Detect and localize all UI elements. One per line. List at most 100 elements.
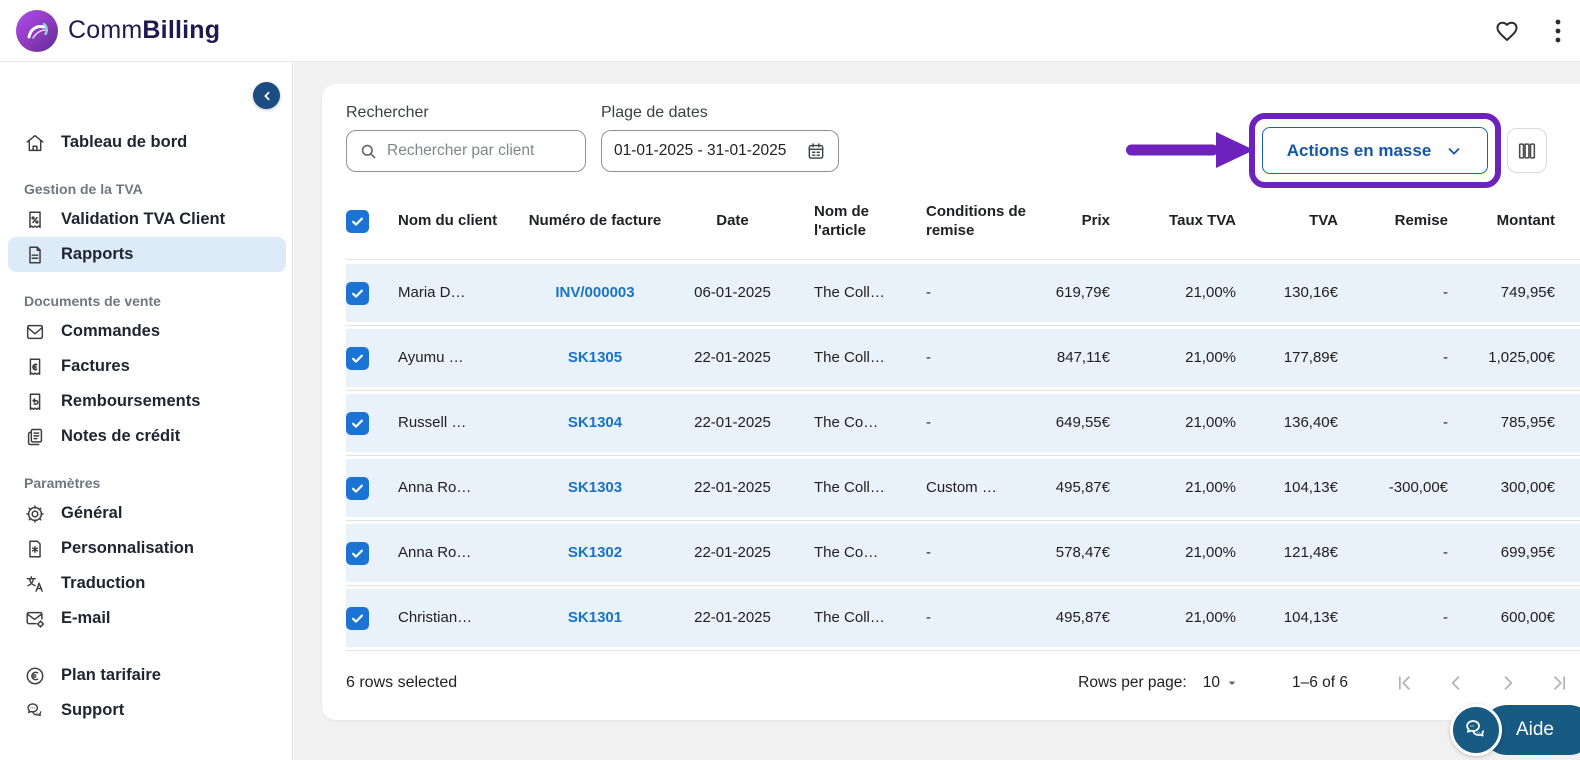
table-row[interactable]: Anna Ro… SK1303 22-01-2025 The Coll… Cus… — [346, 459, 1580, 517]
cell-invoice-link[interactable]: INV/000003 — [515, 284, 675, 303]
translate-icon — [24, 573, 46, 595]
row-checkbox[interactable] — [346, 606, 369, 630]
sidebar-item-label: Rapports — [61, 245, 134, 263]
column-header-discount-terms[interactable]: Conditions de remise — [902, 203, 1034, 241]
sidebar-item-translation[interactable]: Traduction — [8, 566, 286, 601]
cell-client: Anna Ro… — [398, 543, 472, 561]
cell-price: 578,47€ — [1055, 543, 1110, 561]
sidebar-item-invoices[interactable]: Factures — [8, 349, 286, 384]
date-range-value: 01-01-2025 - 31-01-2025 — [614, 142, 787, 159]
column-header-amount[interactable]: Montant — [1448, 212, 1555, 231]
rows-per-page-select[interactable]: 10 — [1203, 674, 1240, 692]
cell-vat: 104,13€ — [1283, 478, 1338, 496]
cell-invoice-link[interactable]: SK1304 — [515, 414, 675, 433]
doc-star-icon — [24, 538, 46, 560]
cell-discount: - — [1443, 608, 1448, 626]
sidebar-item-label: E-mail — [61, 609, 111, 627]
cell-vat: 121,48€ — [1283, 543, 1338, 561]
sidebar-item-email[interactable]: E-mail — [8, 601, 286, 636]
help-button[interactable]: Aide — [1449, 704, 1580, 756]
sidebar-item-pricing-plan[interactable]: Plan tarifaire — [8, 658, 286, 693]
brand-logo[interactable]: CommBilling — [16, 9, 220, 52]
receipt-euro-icon — [24, 356, 46, 378]
cell-vat-rate: 21,00% — [1185, 543, 1236, 561]
column-visibility-button[interactable] — [1507, 128, 1547, 173]
sidebar-item-label: Traduction — [61, 574, 146, 592]
next-page-icon[interactable] — [1498, 673, 1518, 693]
table-row[interactable]: Christian… SK1301 22-01-2025 The Coll… -… — [346, 589, 1580, 647]
mail-gear-icon — [24, 608, 46, 630]
sidebar-item-dashboard[interactable]: Tableau de bord — [8, 125, 286, 160]
rows-per-page-label: Rows per page: — [1078, 673, 1187, 691]
row-checkbox[interactable] — [346, 541, 369, 565]
search-input[interactable] — [387, 142, 557, 160]
cell-price: 847,11€ — [1056, 348, 1110, 366]
row-separator — [346, 322, 1580, 329]
cell-invoice-link[interactable]: SK1305 — [515, 349, 675, 368]
column-header-article[interactable]: Nom de l'article — [790, 203, 902, 241]
cell-vat: 130,16€ — [1283, 283, 1338, 301]
sidebar-item-support[interactable]: Support — [8, 693, 286, 728]
cell-vat-rate: 21,00% — [1185, 478, 1236, 496]
sidebar-item-label: Commandes — [61, 322, 161, 340]
sidebar-item-label: Personnalisation — [61, 539, 194, 557]
favorites-heart-icon[interactable] — [1494, 18, 1520, 44]
table-row[interactable]: Russell … SK1304 22-01-2025 The Co… - 64… — [346, 394, 1580, 452]
kebab-menu-icon[interactable] — [1554, 18, 1562, 44]
sidebar-item-refunds[interactable]: Remboursements — [8, 384, 286, 419]
sidebar-item-label: Général — [61, 504, 123, 522]
row-checkbox[interactable] — [346, 411, 369, 435]
column-header-client[interactable]: Nom du client — [398, 212, 515, 231]
column-header-vat-rate[interactable]: Taux TVA — [1110, 212, 1236, 231]
cell-amount: 600,00€ — [1500, 608, 1555, 626]
column-header-price[interactable]: Prix — [1034, 212, 1110, 231]
date-range-input[interactable]: 01-01-2025 - 31-01-2025 — [601, 130, 839, 172]
sidebar-collapse-button[interactable] — [253, 82, 280, 109]
column-header-date[interactable]: Date — [675, 212, 790, 231]
cell-vat-rate: 21,00% — [1185, 348, 1236, 366]
row-checkbox[interactable] — [346, 346, 369, 370]
cell-vat-rate: 21,00% — [1185, 283, 1236, 301]
table-row[interactable]: Maria D… INV/000003 06-01-2025 The Coll…… — [346, 264, 1580, 322]
sidebar-item-label: Support — [61, 701, 125, 719]
cell-discount: - — [1443, 283, 1448, 301]
column-header-discount[interactable]: Remise — [1338, 212, 1448, 231]
sidebar-section-vat: Gestion de la TVA — [24, 181, 143, 197]
date-range-label: Plage de dates — [601, 104, 708, 121]
calendar-icon — [806, 141, 826, 161]
cell-invoice-link[interactable]: SK1302 — [515, 544, 675, 563]
cell-article: The Coll… — [814, 478, 885, 496]
sidebar-item-reports[interactable]: Rapports — [8, 237, 286, 272]
sidebar-item-general[interactable]: Général — [8, 496, 286, 531]
cell-article: The Coll… — [814, 608, 885, 626]
select-all-checkbox[interactable] — [346, 210, 369, 233]
table-row[interactable]: Anna Ro… SK1302 22-01-2025 The Co… - 578… — [346, 524, 1580, 582]
column-header-vat[interactable]: TVA — [1236, 212, 1338, 231]
sidebar: Tableau de bord Gestion de la TVA Valida… — [0, 62, 293, 760]
column-header-invoice[interactable]: Numéro de facture — [515, 212, 675, 231]
cell-client: Russell … — [398, 413, 467, 431]
gear-icon — [24, 503, 46, 525]
row-checkbox[interactable] — [346, 281, 369, 305]
bulk-actions-button[interactable]: Actions en masse — [1262, 127, 1488, 174]
table-body: Maria D… INV/000003 06-01-2025 The Coll…… — [346, 260, 1580, 647]
cell-invoice-link[interactable]: SK1303 — [515, 479, 675, 498]
previous-page-icon[interactable] — [1446, 673, 1466, 693]
cell-price: 649,55€ — [1055, 413, 1110, 431]
last-page-icon[interactable] — [1550, 673, 1570, 693]
row-checkbox[interactable] — [346, 476, 369, 500]
cell-date: 22-01-2025 — [694, 608, 771, 626]
sidebar-item-orders[interactable]: Commandes — [8, 314, 286, 349]
cell-price: 619,79€ — [1055, 283, 1110, 301]
search-box — [346, 130, 586, 172]
cell-vat: 104,13€ — [1283, 608, 1338, 626]
table-header-row: Nom du client Numéro de facture Date Nom… — [346, 186, 1580, 260]
cell-invoice-link[interactable]: SK1301 — [515, 609, 675, 628]
sidebar-section-settings: Paramètres — [24, 475, 101, 491]
first-page-icon[interactable] — [1394, 673, 1414, 693]
cell-amount: 699,95€ — [1500, 543, 1555, 561]
sidebar-item-vat-validation[interactable]: Validation TVA Client — [8, 202, 286, 237]
table-row[interactable]: Ayumu … SK1305 22-01-2025 The Coll… - 84… — [346, 329, 1580, 387]
sidebar-item-credit-notes[interactable]: Notes de crédit — [8, 419, 286, 454]
sidebar-item-personalization[interactable]: Personnalisation — [8, 531, 286, 566]
